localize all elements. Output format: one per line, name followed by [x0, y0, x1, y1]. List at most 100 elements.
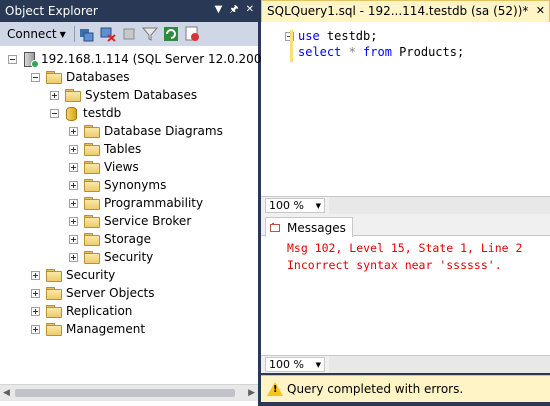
- close-tab-icon[interactable]: ✕: [536, 4, 545, 17]
- folder-icon: [84, 233, 100, 246]
- tree-node-system-databases[interactable]: System Databases: [50, 86, 197, 104]
- collapse-icon[interactable]: [8, 54, 17, 64]
- expand-icon[interactable]: [50, 90, 59, 100]
- error-message-line: Incorrect syntax near 'ssssss'.: [287, 258, 502, 272]
- expand-icon[interactable]: [69, 144, 78, 154]
- tree-node-synonyms[interactable]: Synonyms: [69, 176, 166, 194]
- database-icon: [65, 106, 77, 121]
- tree-node-tables[interactable]: Tables: [69, 140, 141, 158]
- tree-node-database-diagrams[interactable]: Database Diagrams: [69, 122, 223, 140]
- expand-icon[interactable]: [69, 216, 78, 226]
- tree-node-label: Security: [66, 268, 116, 282]
- folder-icon: [84, 197, 100, 210]
- editor-zoom-bar: 100 % ▼: [261, 196, 550, 214]
- tree-node-label: Server Objects: [66, 286, 155, 300]
- window-position-dropdown-icon[interactable]: ▼: [215, 3, 223, 17]
- zoom-value: 100 %: [269, 358, 304, 371]
- folder-icon: [65, 89, 81, 102]
- expand-icon[interactable]: [31, 288, 40, 298]
- expand-icon[interactable]: [69, 126, 78, 136]
- warning-icon: [267, 382, 283, 396]
- connect-button[interactable]: Connect ▼: [3, 25, 70, 43]
- tree-node-label: Security: [104, 250, 154, 264]
- expand-icon[interactable]: [69, 180, 78, 190]
- tree-node-databases[interactable]: Databases: [31, 68, 130, 86]
- sql-keyword: select: [298, 45, 342, 59]
- disconnect-icon[interactable]: [100, 26, 116, 42]
- results-horizontal-scrollbar[interactable]: [329, 356, 550, 373]
- object-explorer-title: Object Explorer: [5, 4, 98, 18]
- sql-text: testdb;: [319, 29, 378, 43]
- tree-node-label: Replication: [66, 304, 133, 318]
- expand-icon[interactable]: [69, 198, 78, 208]
- tree-node-server[interactable]: 192.168.1.114 (SQL Server 12.0.2000 - sa…: [8, 50, 299, 68]
- chevron-down-icon: ▼: [59, 29, 66, 39]
- folder-icon: [84, 143, 100, 156]
- tree-node-security[interactable]: Security: [31, 266, 115, 284]
- results-zoom-bar: 100 % ▼: [261, 355, 550, 373]
- tree-node-db-security[interactable]: Security: [69, 248, 153, 266]
- query-editor-panel: SQLQuery1.sql - 192...114.testdb (sa (52…: [261, 0, 550, 406]
- expand-icon[interactable]: [69, 234, 78, 244]
- tree-node-testdb[interactable]: testdb: [50, 104, 121, 122]
- chevron-down-icon: ▼: [315, 360, 321, 369]
- editor-zoom-select[interactable]: 100 % ▼: [265, 198, 325, 213]
- tree-node-label: Synonyms: [104, 178, 167, 192]
- sql-code[interactable]: use testdb; select * from Products;: [298, 28, 464, 60]
- tab-messages[interactable]: Messages: [265, 217, 353, 237]
- results-pane: Messages Msg 102, Level 15, State 1, Lin…: [261, 214, 550, 356]
- refresh-icon[interactable]: [163, 26, 179, 42]
- horizontal-scrollbar[interactable]: ◀ ▶: [0, 384, 258, 401]
- collapse-icon[interactable]: [50, 108, 59, 118]
- server-icon: [23, 51, 39, 68]
- folder-icon: [46, 269, 62, 282]
- query-status-bar: Query completed with errors.: [261, 375, 550, 402]
- sql-keyword: from: [363, 45, 392, 59]
- expand-icon[interactable]: [69, 162, 78, 172]
- expand-icon[interactable]: [69, 252, 78, 262]
- tree-node-views[interactable]: Views: [69, 158, 139, 176]
- query-tab[interactable]: SQLQuery1.sql - 192...114.testdb (sa (52…: [261, 0, 550, 22]
- tree-node-service-broker[interactable]: Service Broker: [69, 212, 191, 230]
- error-message-line: Msg 102, Level 15, State 1, Line 2: [287, 241, 523, 255]
- tree-node-label: Views: [104, 160, 139, 174]
- tree-node-label: Database Diagrams: [104, 124, 223, 138]
- folder-icon: [84, 179, 100, 192]
- results-zoom-select[interactable]: 100 % ▼: [265, 357, 325, 372]
- code-line-2: select * from Products;: [298, 44, 464, 60]
- sql-editor[interactable]: use testdb; select * from Products;: [261, 22, 550, 196]
- scrollbar-thumb[interactable]: [15, 389, 235, 397]
- expand-icon[interactable]: [31, 270, 40, 280]
- messages-output[interactable]: Msg 102, Level 15, State 1, Line 2 Incorr…: [287, 240, 522, 274]
- folder-icon: [46, 323, 62, 336]
- tree-node-label: Programmability: [104, 196, 204, 210]
- collapse-icon[interactable]: [31, 72, 40, 82]
- chevron-down-icon: ▼: [315, 201, 321, 210]
- tree-node-server-objects[interactable]: Server Objects: [31, 284, 155, 302]
- folder-icon: [84, 215, 100, 228]
- object-explorer-tree: 192.168.1.114 (SQL Server 12.0.2000 - sa…: [0, 48, 299, 384]
- sql-keyword: use: [298, 29, 320, 43]
- editor-horizontal-scrollbar[interactable]: [329, 197, 550, 214]
- expand-icon[interactable]: [31, 306, 40, 316]
- sql-operator: *: [341, 45, 364, 59]
- filter-icon[interactable]: [141, 26, 158, 42]
- object-explorer-title-bar: Object Explorer ▼ 🖈 ✕: [0, 0, 258, 22]
- expand-icon[interactable]: [31, 324, 40, 334]
- tree-node-label: Tables: [104, 142, 142, 156]
- stop-icon[interactable]: [121, 26, 137, 42]
- tree-node-management[interactable]: Management: [31, 320, 145, 338]
- tree-node-replication[interactable]: Replication: [31, 302, 132, 320]
- close-panel-icon[interactable]: ✕: [246, 3, 254, 17]
- scroll-right-icon[interactable]: ▶: [248, 388, 255, 398]
- connect-object-explorer-icon[interactable]: [79, 26, 95, 42]
- code-line-1: use testdb;: [298, 28, 464, 44]
- tree-node-storage[interactable]: Storage: [69, 230, 151, 248]
- scroll-left-icon[interactable]: ◀: [3, 388, 10, 398]
- tree-node-programmability[interactable]: Programmability: [69, 194, 203, 212]
- folder-icon: [46, 71, 62, 84]
- activity-monitor-icon[interactable]: [184, 26, 200, 42]
- folder-icon: [84, 251, 100, 264]
- pin-icon[interactable]: 🖈: [229, 3, 238, 17]
- object-explorer-panel: Object Explorer ▼ 🖈 ✕ Connect ▼ 192.168.…: [0, 0, 299, 406]
